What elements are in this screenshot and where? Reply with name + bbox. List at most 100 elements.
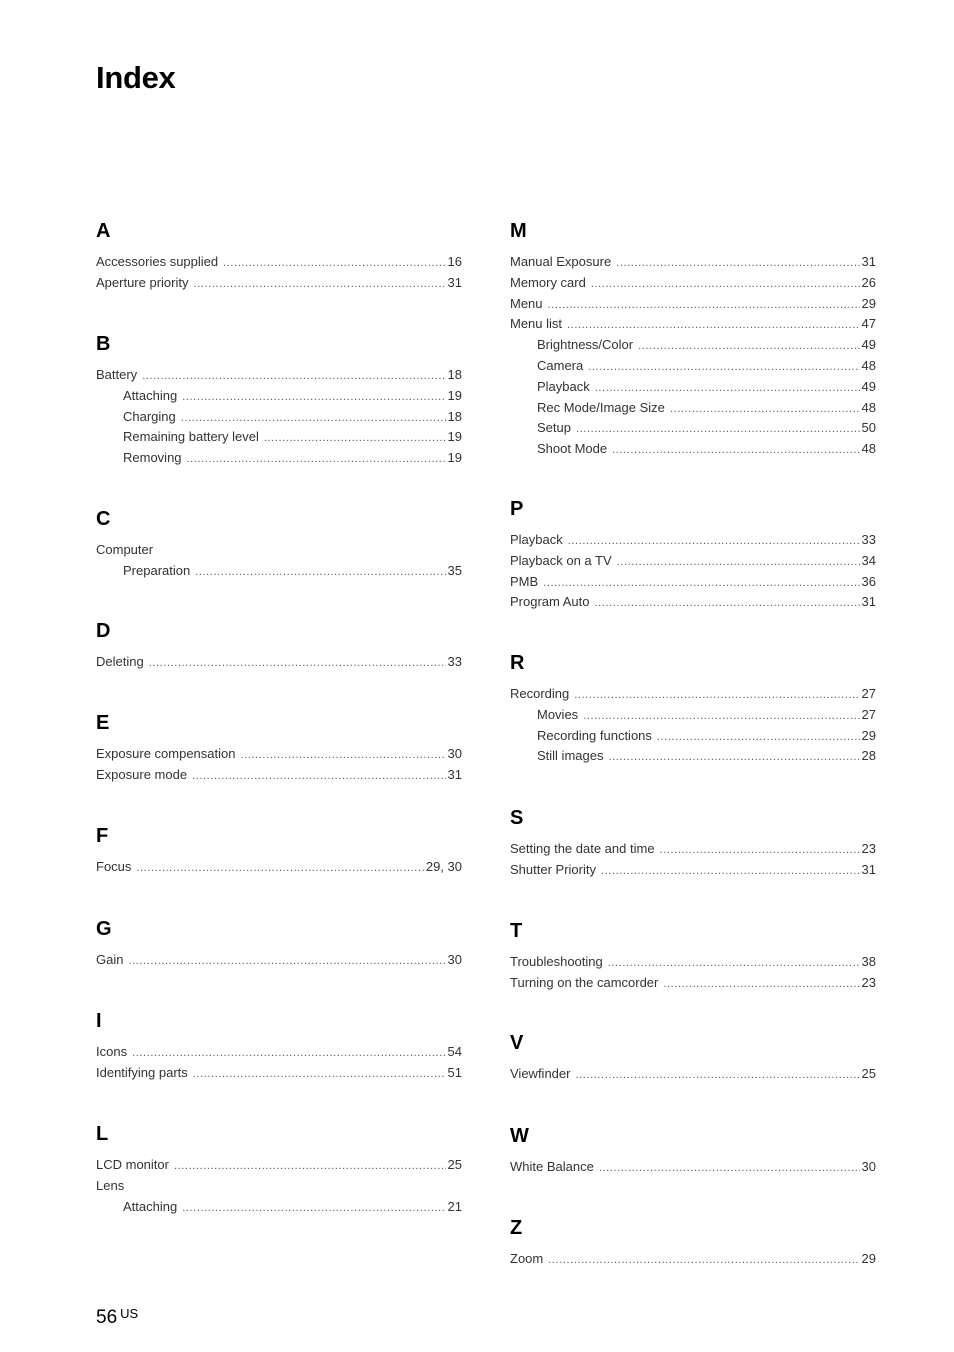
- index-entry[interactable]: Gain 30: [96, 950, 462, 971]
- index-section-r: R Recording 27 Movies 27 Recording functions 2…: [510, 650, 876, 767]
- entry-list: Playback 33 Playback on a TV 34 PMB 36 Program…: [510, 530, 876, 613]
- dot-leader: [548, 1250, 859, 1271]
- index-entry[interactable]: Identifying parts 51: [96, 1063, 462, 1084]
- index-entry[interactable]: Viewfinder 25: [510, 1064, 876, 1085]
- entry-list: LCD monitor 25 Lens Attaching 21: [96, 1155, 462, 1217]
- entry-page-number: 51: [447, 1064, 462, 1080]
- index-subentry[interactable]: Movies 27: [510, 705, 876, 726]
- section-letter: V: [510, 1032, 524, 1054]
- index-entry[interactable]: Menu list 47: [510, 314, 876, 335]
- entry-label: Turning on the camcorder: [510, 974, 659, 990]
- index-entry[interactable]: PMB 36: [510, 572, 876, 593]
- entry-page-number: 31: [861, 861, 876, 877]
- entry-label: Program Auto: [510, 594, 590, 610]
- dot-leader: [663, 974, 859, 995]
- entry-label: Icons: [96, 1044, 128, 1059]
- entry-list: Computer Preparation 35: [96, 540, 462, 582]
- entry-page-number: 49: [861, 378, 876, 394]
- index-entry[interactable]: Program Auto 31: [510, 592, 876, 613]
- index-entry[interactable]: Icons 54: [96, 1042, 462, 1063]
- entry-page-number: 34: [861, 552, 876, 568]
- entry-list: White Balance 30: [510, 1157, 876, 1178]
- section-letter: R: [510, 652, 525, 674]
- index-subentry[interactable]: Brightness/Color 49: [510, 335, 876, 356]
- index-section-s: S Setting the date and time 23 Shutter Prio…: [510, 805, 876, 881]
- index-subentry[interactable]: Preparation 35: [96, 561, 462, 582]
- entry-label: Preparation: [123, 562, 191, 578]
- index-entry[interactable]: Focus 29, 30: [96, 857, 462, 878]
- index-entry[interactable]: Zoom 29: [510, 1249, 876, 1270]
- index-entry[interactable]: Aperture priority 31: [96, 273, 462, 294]
- entry-list: Exposure compensation 30 Exposure mode 31: [96, 744, 462, 786]
- index-entry[interactable]: Exposure mode 31: [96, 765, 462, 786]
- dot-leader: [142, 366, 445, 387]
- entry-label: Battery: [96, 367, 138, 382]
- page-number: 56: [96, 1307, 118, 1328]
- index-entry[interactable]: Troubleshooting 38: [510, 952, 876, 973]
- index-entry[interactable]: Manual Exposure 31: [510, 252, 876, 273]
- dot-leader: [601, 861, 860, 882]
- dot-leader: [574, 685, 859, 706]
- index-subentry[interactable]: Attaching 21: [96, 1197, 462, 1218]
- section-letter: Z: [510, 1217, 523, 1239]
- dot-leader: [599, 1158, 860, 1179]
- index-entry[interactable]: Exposure compensation 30: [96, 744, 462, 765]
- entry-label: Recording: [510, 686, 570, 701]
- dot-leader: [616, 253, 859, 274]
- entry-label: Movies: [537, 706, 579, 722]
- index-entry[interactable]: Battery 18: [96, 365, 462, 386]
- dot-leader: [264, 428, 446, 449]
- index-subentry[interactable]: Still images 28: [510, 746, 876, 767]
- dot-leader: [182, 387, 445, 408]
- entry-list: Recording 27 Movies 27 Recording functions 29…: [510, 684, 876, 767]
- entry-list: Accessories supplied 16 Aperture priority 3…: [96, 252, 462, 294]
- dot-leader: [548, 295, 860, 316]
- entry-label: Playback: [537, 378, 590, 394]
- index-entry[interactable]: Playback 33: [510, 530, 876, 551]
- index-entry[interactable]: Recording 27: [510, 684, 876, 705]
- entry-list: Battery 18 Attaching 19 Charging 18 Remaining …: [96, 365, 462, 469]
- index-entry[interactable]: Computer: [96, 540, 462, 561]
- index-entry[interactable]: Menu 29: [510, 294, 876, 315]
- index-entry[interactable]: Accessories supplied 16: [96, 252, 462, 273]
- index-subentry[interactable]: Setup 50: [510, 418, 876, 439]
- entry-page-number: 23: [861, 841, 876, 856]
- index-entry[interactable]: White Balance 30: [510, 1157, 876, 1178]
- index-subentry[interactable]: Remaining battery level 19: [96, 427, 462, 448]
- index-subentry[interactable]: Camera 48: [510, 356, 876, 377]
- index-subentry[interactable]: Playback 49: [510, 377, 876, 398]
- section-letter: P: [510, 498, 524, 520]
- index-entry[interactable]: Shutter Priority 31: [510, 860, 876, 881]
- index-subentry[interactable]: Removing 19: [96, 448, 462, 469]
- index-entry[interactable]: Memory card 26: [510, 273, 876, 294]
- section-letter: T: [510, 920, 523, 942]
- entry-page-number: 31: [447, 274, 462, 290]
- entry-label: Memory card: [510, 274, 586, 290]
- index-subentry[interactable]: Shoot Mode 48: [510, 439, 876, 460]
- index-entry[interactable]: Setting the date and time 23: [510, 839, 876, 860]
- index-subentry[interactable]: Charging 18: [96, 407, 462, 428]
- index-entry[interactable]: LCD monitor 25: [96, 1155, 462, 1176]
- entry-label: Zoom: [510, 1251, 544, 1266]
- index-entry[interactable]: Deleting 33: [96, 652, 462, 673]
- index-section-e: E Exposure compensation 30 Exposure mode 31: [96, 710, 462, 786]
- entry-label: Focus: [96, 859, 132, 874]
- entry-list: Deleting 33: [96, 652, 462, 673]
- entry-page-number: 27: [861, 706, 876, 722]
- index-subentry[interactable]: Attaching 19: [96, 386, 462, 407]
- entry-page-number: 25: [447, 1157, 462, 1172]
- entry-page-number: 29, 30: [425, 859, 462, 874]
- entry-page-number: 48: [861, 441, 876, 457]
- index-entry[interactable]: Playback on a TV 34: [510, 551, 876, 572]
- entry-label: Removing: [123, 450, 182, 466]
- index-entry[interactable]: Lens: [96, 1176, 462, 1197]
- entry-page-number: 48: [861, 399, 876, 415]
- entry-page-number: 31: [447, 766, 462, 782]
- index-subentry[interactable]: Recording functions 29: [510, 726, 876, 747]
- index-entry[interactable]: Turning on the camcorder 23: [510, 973, 876, 994]
- entry-list: Setting the date and time 23 Shutter Prior…: [510, 839, 876, 881]
- entry-page-number: 35: [447, 562, 462, 578]
- region-code: US: [120, 1306, 139, 1321]
- index-subentry[interactable]: Rec Mode/Image Size 48: [510, 398, 876, 419]
- dot-leader: [588, 357, 859, 378]
